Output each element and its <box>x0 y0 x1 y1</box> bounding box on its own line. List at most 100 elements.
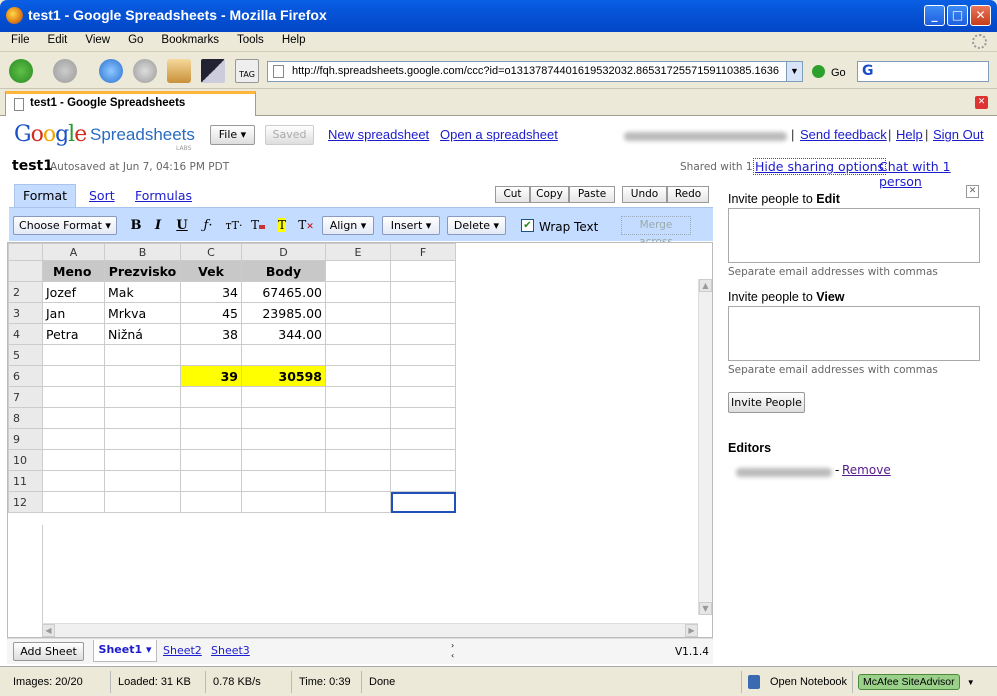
table-cell[interactable] <box>180 344 242 366</box>
chevron-down-icon[interactable]: ▼ <box>967 678 975 687</box>
cell-b1[interactable]: Prezvisko <box>104 260 181 282</box>
table-cell[interactable] <box>42 344 105 366</box>
sheet-tab-sheet2[interactable]: Sheet2 <box>163 644 202 657</box>
stop-icon[interactable] <box>133 59 157 83</box>
saved-button[interactable]: Saved <box>265 125 314 145</box>
menu-bookmarks[interactable]: Bookmarks <box>150 32 226 46</box>
row-header[interactable]: 3 <box>8 302 43 324</box>
redo-button[interactable]: Redo <box>667 186 709 203</box>
cell-a1[interactable]: Meno <box>42 260 105 282</box>
menu-tools[interactable]: Tools <box>226 32 271 46</box>
column-header-a[interactable]: A <box>42 243 105 261</box>
close-panel-icon[interactable]: ✕ <box>966 185 979 198</box>
table-cell[interactable] <box>325 491 391 513</box>
column-header-f[interactable]: F <box>390 243 456 261</box>
table-cell[interactable] <box>42 386 105 408</box>
align-button[interactable]: Align ▾ <box>322 216 374 235</box>
table-cell[interactable]: 45 <box>180 302 242 324</box>
table-cell[interactable] <box>390 428 456 450</box>
tab-formulas[interactable]: Formulas <box>135 188 192 203</box>
font-family-icon[interactable]: ƒ· <box>197 216 219 235</box>
table-cell[interactable] <box>42 365 105 387</box>
table-cell[interactable] <box>325 344 391 366</box>
close-window-button[interactable]: ✕ <box>970 5 991 26</box>
corner-cell[interactable] <box>8 243 43 261</box>
scroll-left-icon[interactable]: ◀ <box>42 624 55 637</box>
table-cell[interactable] <box>325 323 391 345</box>
clear-format-icon[interactable]: T✕ <box>297 216 315 235</box>
table-cell[interactable] <box>325 365 391 387</box>
table-cell[interactable] <box>180 407 242 429</box>
delete-button[interactable]: Delete ▾ <box>447 216 506 235</box>
sheet-scroll-icon[interactable]: › ‹ <box>451 641 454 661</box>
url-dropdown-icon[interactable]: ▼ <box>786 62 802 81</box>
horizontal-scrollbar[interactable]: ◀ ▶ <box>42 623 698 637</box>
table-cell[interactable] <box>104 365 181 387</box>
table-cell[interactable]: Jozef <box>42 281 105 303</box>
table-cell[interactable] <box>104 449 181 471</box>
table-cell[interactable] <box>390 407 456 429</box>
cell-e1[interactable] <box>325 260 391 282</box>
table-cell[interactable] <box>42 449 105 471</box>
row-header[interactable]: 7 <box>8 386 43 408</box>
table-cell[interactable]: 23985.00 <box>241 302 326 324</box>
cell-f1[interactable] <box>390 260 456 282</box>
table-cell[interactable] <box>390 323 456 345</box>
column-header-d[interactable]: D <box>241 243 326 261</box>
vertical-scrollbar[interactable]: ▲ ▼ <box>698 279 712 615</box>
maximize-button[interactable]: □ <box>947 5 968 26</box>
table-cell[interactable] <box>241 470 326 492</box>
reload-icon[interactable] <box>99 59 123 83</box>
tab-sort[interactable]: Sort <box>89 188 115 203</box>
cell-c1[interactable]: Vek <box>180 260 242 282</box>
column-header-c[interactable]: C <box>180 243 242 261</box>
table-cell[interactable]: Petra <box>42 323 105 345</box>
help-link[interactable]: Help <box>896 127 923 142</box>
wrap-text-checkbox[interactable]: ✔ <box>521 219 534 232</box>
highlighted-cell[interactable]: 39 <box>180 365 242 387</box>
open-notebook-button[interactable]: Open Notebook <box>741 671 847 693</box>
table-cell[interactable] <box>325 302 391 324</box>
row-header[interactable]: 9 <box>8 428 43 450</box>
table-cell[interactable] <box>241 449 326 471</box>
table-cell[interactable] <box>325 281 391 303</box>
close-tab-icon[interactable]: ✕ <box>975 96 988 109</box>
invite-people-button[interactable]: Invite People <box>728 392 805 413</box>
table-cell[interactable] <box>390 470 456 492</box>
file-menu-button[interactable]: File ▾ <box>210 125 255 145</box>
document-title[interactable]: test1 <box>12 158 53 174</box>
table-cell[interactable] <box>325 428 391 450</box>
minimize-button[interactable]: _ <box>924 5 945 26</box>
scroll-up-icon[interactable]: ▲ <box>699 279 712 292</box>
copy-button[interactable]: Copy <box>530 186 569 203</box>
send-feedback-link[interactable]: Send feedback <box>800 127 887 142</box>
table-cell[interactable] <box>180 491 242 513</box>
row-header[interactable] <box>8 260 43 282</box>
scroll-down-icon[interactable]: ▼ <box>699 602 712 615</box>
remove-editor-link[interactable]: Remove <box>842 463 891 477</box>
highlight-color-icon[interactable]: T <box>273 216 291 235</box>
sign-out-link[interactable]: Sign Out <box>933 127 984 142</box>
back-icon[interactable] <box>9 59 33 83</box>
table-cell[interactable] <box>104 386 181 408</box>
sheet-tab-sheet1[interactable]: Sheet1 ▾ <box>93 640 157 662</box>
hide-sharing-link[interactable]: Hide sharing options <box>753 158 887 175</box>
table-cell[interactable] <box>241 491 326 513</box>
bookmark-icon[interactable] <box>201 59 225 83</box>
invite-view-textarea[interactable] <box>728 306 980 361</box>
table-cell[interactable]: 67465.00 <box>241 281 326 303</box>
cell-d1[interactable]: Body <box>241 260 326 282</box>
menu-go[interactable]: Go <box>117 32 150 46</box>
table-cell[interactable] <box>390 281 456 303</box>
table-cell[interactable]: 38 <box>180 323 242 345</box>
row-header[interactable]: 6 <box>8 365 43 387</box>
bold-button[interactable]: B <box>127 216 145 235</box>
invite-edit-textarea[interactable] <box>728 208 980 263</box>
column-header-b[interactable]: B <box>104 243 181 261</box>
table-cell[interactable] <box>390 302 456 324</box>
search-engine-icon[interactable]: G <box>862 63 874 79</box>
table-cell[interactable] <box>325 386 391 408</box>
tag-icon[interactable]: TAG <box>235 59 259 83</box>
tab-format[interactable]: Format <box>14 184 76 208</box>
column-header-e[interactable]: E <box>325 243 391 261</box>
